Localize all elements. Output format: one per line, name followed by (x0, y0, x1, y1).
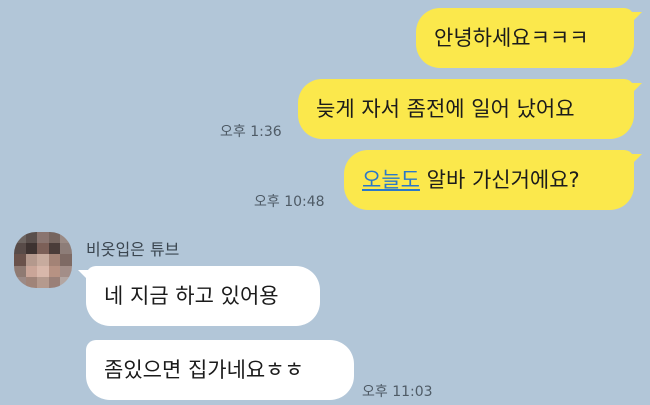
message-link[interactable]: 오늘도 (362, 168, 420, 192)
received-message-bubble[interactable]: 네 지금 하고 있어용 (78, 266, 320, 326)
message-timestamp: 오후 11:03 (362, 384, 433, 400)
sent-message-bubble[interactable]: 안녕하세요ㅋㅋㅋ (416, 8, 642, 68)
message-timestamp: 오후 10:48 (254, 194, 325, 210)
contact-avatar[interactable] (14, 232, 72, 288)
message-text: 늦게 자서 좀전에 일어 났어요 (316, 97, 575, 121)
sent-message-bubble[interactable]: 오늘도 알바 가신거에요? (344, 150, 642, 210)
message-text: 안녕하세요ㅋㅋㅋ (434, 26, 589, 50)
chat-window: 안녕하세요ㅋㅋㅋ 늦게 자서 좀전에 일어 났어요 오후 1:36 오늘도 알바… (0, 0, 650, 405)
message-text: 알바 가신거에요? (419, 168, 580, 192)
message-timestamp: 오후 1:36 (220, 124, 282, 140)
sent-message-bubble[interactable]: 늦게 자서 좀전에 일어 났어요 (298, 79, 642, 139)
message-text: 좀있으면 집가네요ㅎㅎ (104, 358, 304, 382)
contact-name: 비옷입은 튜브 (86, 240, 180, 259)
received-message-bubble[interactable]: 좀있으면 집가네요ㅎㅎ (86, 340, 354, 400)
message-text: 네 지금 하고 있어용 (104, 284, 279, 308)
